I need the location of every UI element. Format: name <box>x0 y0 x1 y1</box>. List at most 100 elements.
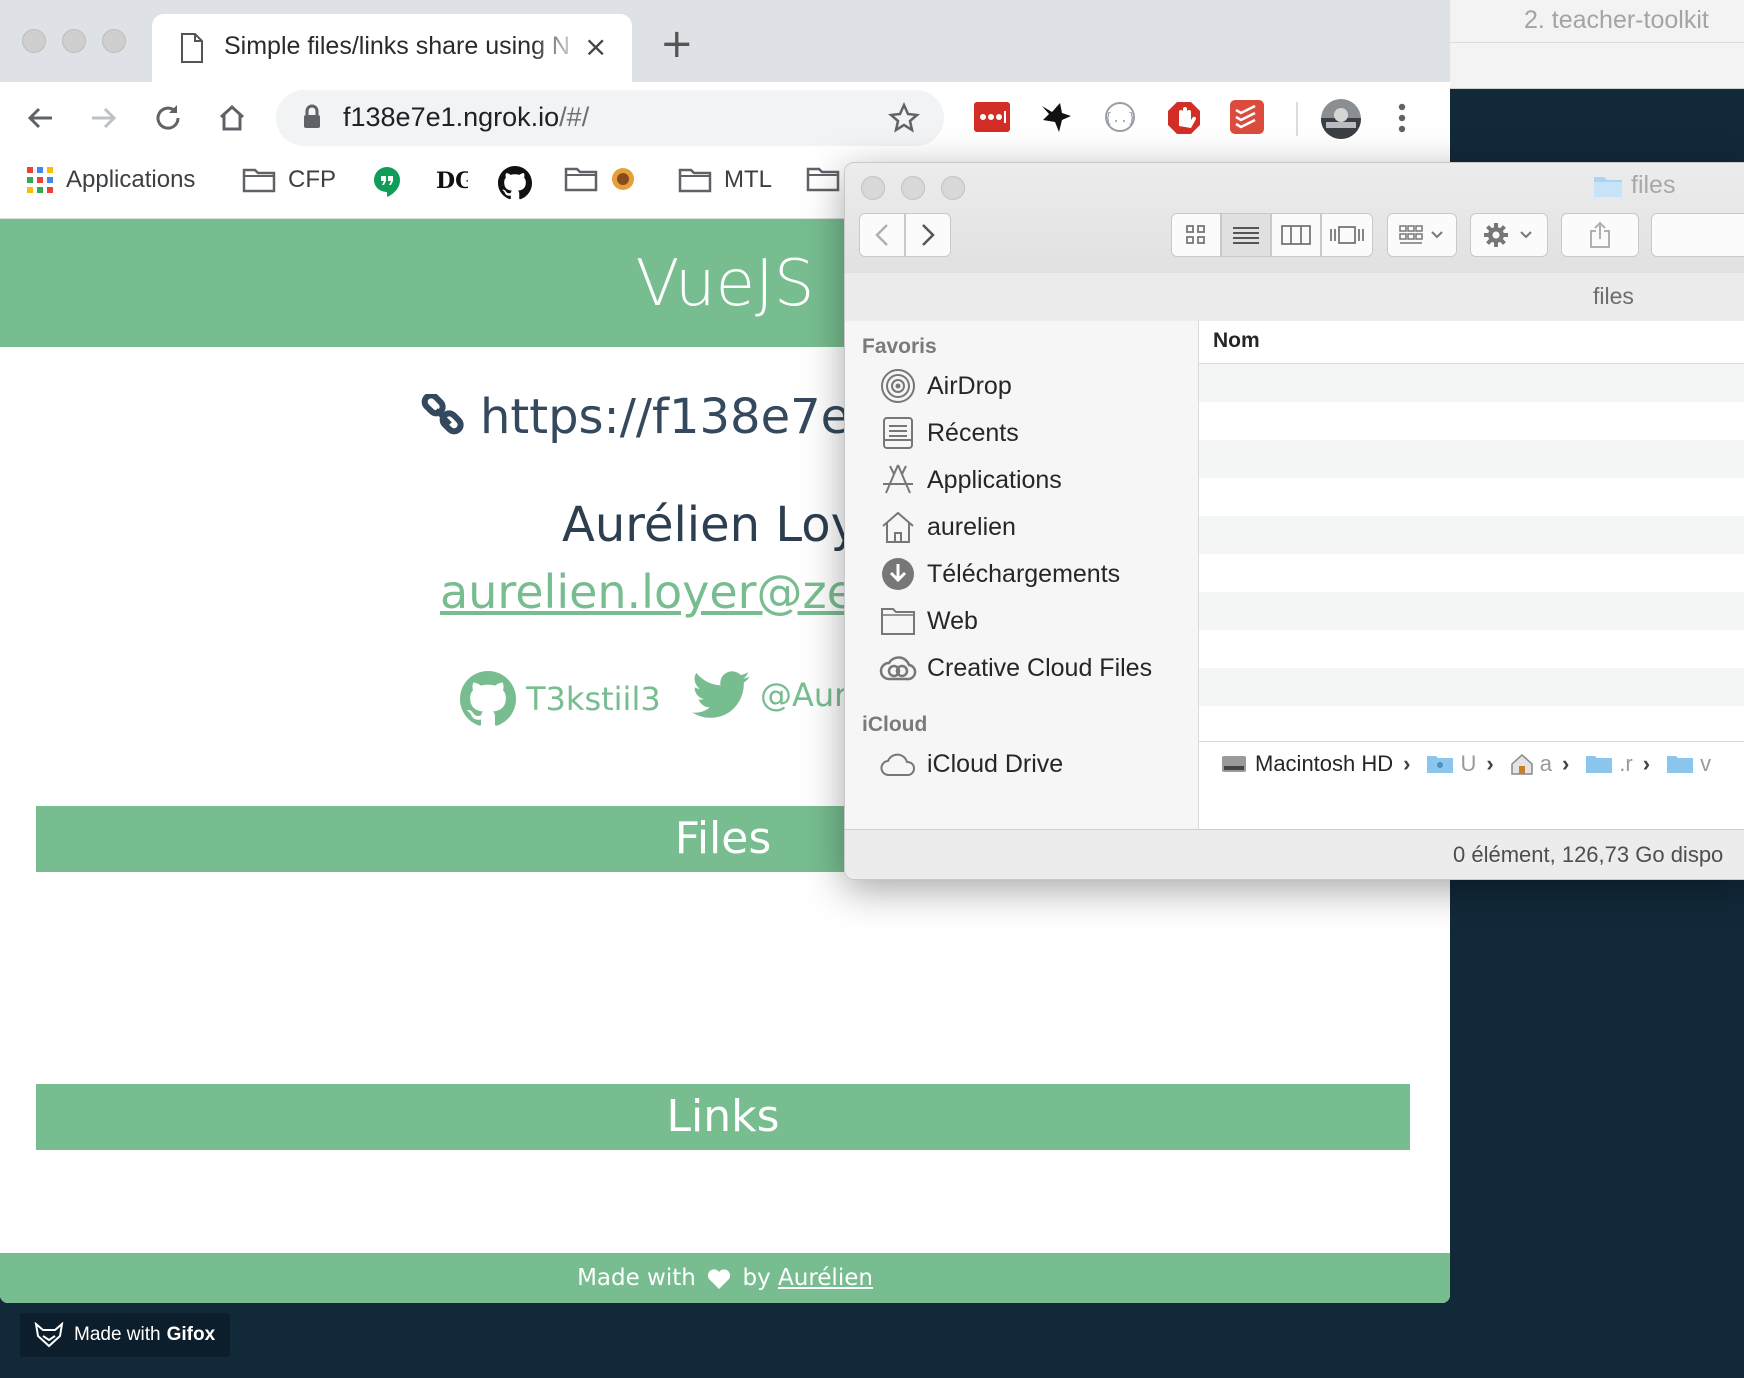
folder-icon <box>806 167 840 192</box>
folder-icon <box>1585 754 1613 774</box>
column-header-name[interactable]: Nom <box>1199 321 1744 364</box>
chevron-left-icon <box>875 224 888 246</box>
finder-close-button[interactable] <box>861 176 885 200</box>
folder-icon <box>881 608 915 635</box>
toolbar-divider <box>1296 102 1298 136</box>
json-viewer-extension-icon[interactable]: {..} <box>1102 100 1138 138</box>
address-bar[interactable]: f138e7e1.ngrok.io/#/ <box>276 90 944 146</box>
author-footer-link[interactable]: Aurélien <box>778 1265 873 1291</box>
lock-icon <box>302 104 322 134</box>
back-button[interactable] <box>20 98 60 138</box>
list-view-icon <box>1233 227 1259 244</box>
arrange-menu-button[interactable] <box>1387 213 1457 257</box>
heart-icon <box>708 1268 731 1289</box>
creative-cloud-icon <box>879 656 917 681</box>
finder-back-button[interactable] <box>859 213 905 257</box>
bookmark-folder-cfp[interactable]: CFP <box>242 166 336 194</box>
finder-window: files files Favoris AirDrop Récents Appl… <box>844 162 1744 880</box>
github-link[interactable]: T3kstiil3 <box>460 671 661 727</box>
tags-button[interactable] <box>1651 213 1744 257</box>
ublock-hand-icon[interactable] <box>1166 100 1202 140</box>
forward-button[interactable] <box>84 98 124 138</box>
sidebar-heading-icloud: iCloud <box>862 713 928 736</box>
action-menu-button[interactable] <box>1470 213 1548 257</box>
bookmark-star-icon[interactable] <box>888 101 920 138</box>
zoom-window-button[interactable] <box>102 29 126 53</box>
home-icon <box>882 511 914 543</box>
chevron-right-icon <box>922 224 935 246</box>
recents-icon <box>883 417 913 449</box>
tab-close-button[interactable]: × <box>584 28 607 66</box>
bookmark-folder-mtl[interactable]: MTL <box>678 166 772 194</box>
sidebar-item-aurelien[interactable]: aurelien <box>879 508 1016 546</box>
bookmark-applications[interactable]: Applications <box>26 166 195 194</box>
link-icon <box>421 394 464 435</box>
food-icon <box>612 168 634 190</box>
reload-button[interactable] <box>148 98 188 138</box>
svg-text:{..}: {..} <box>1104 111 1135 126</box>
minimize-window-button[interactable] <box>62 29 86 53</box>
author-name: Aurélien Loye <box>562 497 889 553</box>
breadcrumb-macintosh-hd[interactable]: Macintosh HD <box>1255 751 1393 777</box>
finder-status-bar: 0 élément, 126,73 Go dispo <box>845 829 1744 879</box>
sidebar-item-creative-cloud[interactable]: Creative Cloud Files <box>879 649 1152 687</box>
twitter-link[interactable]: @Aure <box>692 671 866 719</box>
document-icon <box>180 33 204 67</box>
finder-forward-button[interactable] <box>905 213 951 257</box>
breadcrumb-home[interactable]: a <box>1540 751 1552 777</box>
svg-text:DG: DG <box>436 168 468 194</box>
author-email-link[interactable]: aurelien.loyer@zen <box>440 565 884 619</box>
users-folder-icon <box>1426 754 1454 774</box>
share-url[interactable]: https://f138e7e1. <box>420 389 896 445</box>
breadcrumb-hidden-folder[interactable]: .r <box>1619 751 1632 777</box>
url-text: f138e7e1.ngrok.io/#/ <box>343 102 590 132</box>
icon-view-icon <box>1186 225 1205 244</box>
share-icon <box>1590 221 1610 248</box>
reload-icon <box>156 105 180 130</box>
list-view-button[interactable] <box>1221 213 1271 257</box>
home-button[interactable] <box>212 98 252 138</box>
github-icon <box>498 166 532 200</box>
new-tab-button[interactable]: + <box>660 24 694 64</box>
gallery-view-button[interactable] <box>1321 213 1373 257</box>
share-button[interactable] <box>1561 213 1639 257</box>
bookmark-hangouts[interactable] <box>372 166 414 198</box>
breadcrumb-folder-v[interactable]: v <box>1700 751 1711 777</box>
sidebar-item-applications[interactable]: Applications <box>879 461 1062 499</box>
lastpass-extension-icon[interactable] <box>974 100 1010 138</box>
sidebar-item-recents[interactable]: Récents <box>879 414 1019 452</box>
breadcrumb-users[interactable]: U <box>1460 751 1476 777</box>
sidebar-item-airdrop[interactable]: AirDrop <box>879 367 1012 405</box>
close-window-button[interactable] <box>22 29 46 53</box>
bookmark-github[interactable] <box>498 166 544 200</box>
folder-icon <box>242 168 276 193</box>
bookmark-dg[interactable]: DG <box>436 166 480 194</box>
profile-avatar[interactable] <box>1320 98 1362 144</box>
chrome-menu-icon[interactable] <box>1394 98 1410 142</box>
dg-icon: DG <box>436 168 468 194</box>
home-folder-icon <box>1510 753 1534 775</box>
bird-extension-icon[interactable] <box>1038 100 1074 138</box>
browser-toolbar: f138e7e1.ngrok.io/#/ {..} 10 <box>0 82 1450 225</box>
sidebar-item-web[interactable]: Web <box>879 602 978 640</box>
browser-tab[interactable]: Simple files/links share using N × <box>152 14 632 82</box>
sidebar-item-downloads[interactable]: Téléchargements <box>879 555 1120 593</box>
icon-view-button[interactable] <box>1171 213 1221 257</box>
folder-icon <box>1594 176 1622 197</box>
finder-title: files <box>1593 171 1675 200</box>
finder-titlebar: files <box>845 163 1744 274</box>
finder-sidebar: Favoris AirDrop Récents Applications aur… <box>845 321 1199 829</box>
gallery-view-icon <box>1330 226 1364 244</box>
background-window-title: 2. teacher-toolkit <box>1524 6 1709 34</box>
finder-minimize-button[interactable] <box>901 176 925 200</box>
column-view-button[interactable] <box>1271 213 1321 257</box>
folder-icon <box>1666 754 1694 774</box>
todoist-extension-icon[interactable] <box>1230 100 1264 138</box>
bookmark-folder[interactable] <box>564 166 648 192</box>
finder-file-list: Nom Macintosh HD › U › a › .r › v <box>1199 321 1744 829</box>
finder-path-title-bar: files <box>845 273 1744 322</box>
sidebar-item-icloud-drive[interactable]: iCloud Drive <box>879 745 1063 783</box>
finder-zoom-button[interactable] <box>941 176 965 200</box>
gear-icon <box>1484 223 1532 247</box>
arrange-grid-icon <box>1399 225 1443 244</box>
